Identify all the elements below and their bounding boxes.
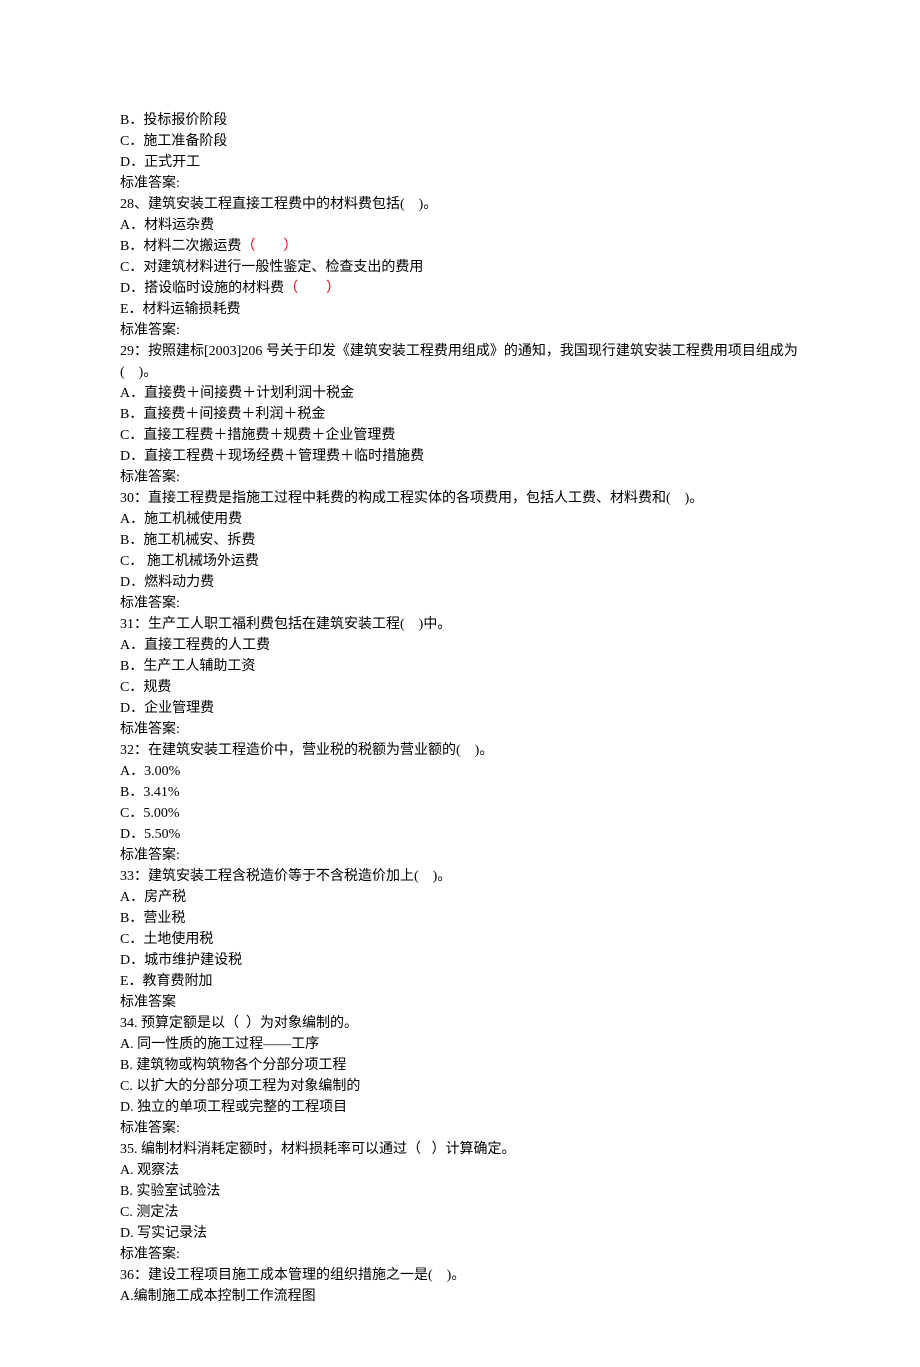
text-line: A．直接工程费的人工费	[120, 635, 800, 656]
text-line: D．搭设临时设施的材料费（ ）	[120, 278, 800, 299]
text-line: D．燃料动力费	[120, 572, 800, 593]
text-line: C．施工准备阶段	[120, 131, 800, 152]
text-line: 35. 编制材料消耗定额时，材料损耗率可以通过（ ）计算确定。	[120, 1139, 800, 1160]
text-line: A．3.00%	[120, 761, 800, 782]
text-line: E．材料运输损耗费	[120, 299, 800, 320]
text-line: B．营业税	[120, 908, 800, 929]
text-line: 36：建设工程项目施工成本管理的组织措施之一是( )。	[120, 1265, 800, 1286]
text-line: D．正式开工	[120, 152, 800, 173]
text-line: 32：在建筑安装工程造价中，营业税的税额为营业额的( )。	[120, 740, 800, 761]
text-segment: D．搭设临时设施的材料费	[120, 281, 284, 296]
text-line: D. 独立的单项工程或完整的工程项目	[120, 1097, 800, 1118]
text-line: 31：生产工人职工福利费包括在建筑安装工程( )中。	[120, 614, 800, 635]
text-line: A．材料运杂费	[120, 215, 800, 236]
text-line: D．城市维护建设税	[120, 950, 800, 971]
text-line: 标准答案:	[120, 1118, 800, 1139]
red-annotation: （ ）	[241, 239, 297, 254]
text-line: C．直接工程费＋措施费＋规费＋企业管理费	[120, 425, 800, 446]
text-line: B．投标报价阶段	[120, 110, 800, 131]
text-line: B．生产工人辅助工资	[120, 656, 800, 677]
document-page: B．投标报价阶段C．施工准备阶段D．正式开工标准答案:28、建筑安装工程直接工程…	[0, 0, 920, 1367]
text-line: 标准答案:	[120, 593, 800, 614]
text-line: 标准答案:	[120, 845, 800, 866]
text-line: 28、建筑安装工程直接工程费中的材料费包括( )。	[120, 194, 800, 215]
text-line: 标准答案:	[120, 467, 800, 488]
text-line: C. 以扩大的分部分项工程为对象编制的	[120, 1076, 800, 1097]
text-line: C．对建筑材料进行一般性鉴定、检查支出的费用	[120, 257, 800, 278]
text-segment: B．材料二次搬运费	[120, 239, 241, 254]
text-line: B．直接费＋间接费＋利润＋税金	[120, 404, 800, 425]
text-line: D. 写实记录法	[120, 1223, 800, 1244]
text-line: C．土地使用税	[120, 929, 800, 950]
text-line: D．企业管理费	[120, 698, 800, 719]
text-line: 33：建筑安装工程含税造价等于不含税造价加上( )。	[120, 866, 800, 887]
text-line: D．5.50%	[120, 824, 800, 845]
text-line: B．施工机械安、拆费	[120, 530, 800, 551]
text-line: B. 实验室试验法	[120, 1181, 800, 1202]
text-line: 29：按照建标[2003]206 号关于印发《建筑安装工程费用组成》的通知，我国…	[120, 341, 800, 383]
text-line: E．教育费附加	[120, 971, 800, 992]
text-line: A．施工机械使用费	[120, 509, 800, 530]
text-line: 标准答案:	[120, 719, 800, 740]
text-line: A.编制施工成本控制工作流程图	[120, 1286, 800, 1307]
text-line: B. 建筑物或构筑物各个分部分项工程	[120, 1055, 800, 1076]
text-line: C．5.00%	[120, 803, 800, 824]
text-line: C. 测定法	[120, 1202, 800, 1223]
text-line: A．直接费＋间接费＋计划利润十税金	[120, 383, 800, 404]
text-line: A．房产税	[120, 887, 800, 908]
text-line: A. 观察法	[120, 1160, 800, 1181]
text-line: C． 施工机械场外运费	[120, 551, 800, 572]
text-line: 30：直接工程费是指施工过程中耗费的构成工程实体的各项费用，包括人工费、材料费和…	[120, 488, 800, 509]
text-line: B．材料二次搬运费（ ）	[120, 236, 800, 257]
red-annotation: （ ）	[284, 281, 340, 296]
text-line: 标准答案:	[120, 320, 800, 341]
text-line: B．3.41%	[120, 782, 800, 803]
text-line: A. 同一性质的施工过程——工序	[120, 1034, 800, 1055]
text-line: C．规费	[120, 677, 800, 698]
text-line: 标准答案	[120, 992, 800, 1013]
text-line: 标准答案:	[120, 1244, 800, 1265]
text-line: D．直接工程费＋现场经费＋管理费＋临时措施费	[120, 446, 800, 467]
text-line: 标准答案:	[120, 173, 800, 194]
text-line: 34. 预算定额是以（ ）为对象编制的。	[120, 1013, 800, 1034]
